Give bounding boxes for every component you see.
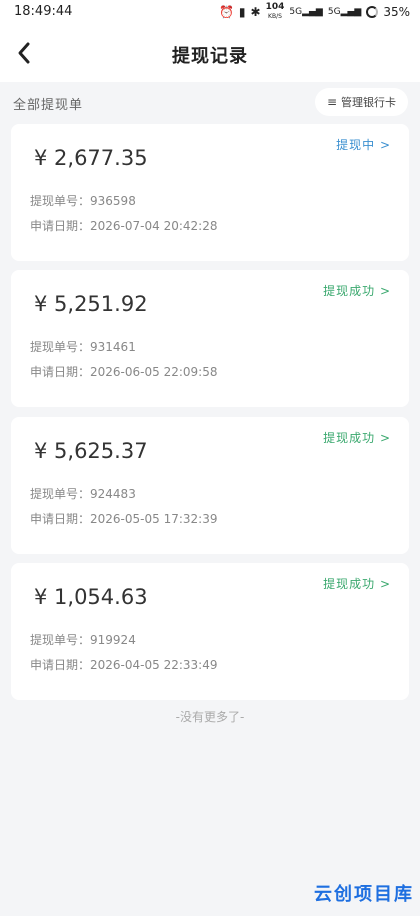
date-label: 申请日期： bbox=[30, 658, 91, 672]
order-number: 931461 bbox=[90, 340, 136, 354]
record-order-line: 提现单号：924483 bbox=[30, 485, 136, 502]
watermark: 云创项目库 bbox=[314, 884, 414, 905]
order-label: 提现单号： bbox=[30, 340, 91, 354]
battery-percent: 35% bbox=[383, 5, 410, 19]
signal-2-label: 5G bbox=[327, 7, 341, 17]
status-bar: 18:49:44 ⏰ ▮ ✱ 104 KB/S 5G▂▄▆ 5G▂▄▆ 35% bbox=[0, 0, 420, 26]
vibrate-icon: ▮ bbox=[238, 5, 246, 19]
record-order-line: 提现单号：931461 bbox=[30, 338, 136, 355]
date-label: 申请日期： bbox=[30, 219, 91, 233]
apply-date: 2026-05-05 17:32:39 bbox=[90, 512, 218, 526]
menu-icon: ≡ bbox=[326, 95, 337, 109]
order-label: 提现单号： bbox=[30, 633, 91, 647]
withdraw-record-card[interactable]: ¥ 5,625.37 提现成功 > 提现单号：924483 申请日期：2026-… bbox=[11, 417, 409, 554]
network-speed: 104 KB/S bbox=[266, 3, 285, 21]
withdraw-record-card[interactable]: ¥ 1,054.63 提现成功 > 提现单号：919924 申请日期：2026-… bbox=[11, 563, 409, 700]
filter-bar: 全部提现单 ≡ 管理银行卡 bbox=[0, 82, 420, 122]
record-status[interactable]: 提现成功 > bbox=[323, 575, 391, 592]
signal-1-label: 5G bbox=[289, 7, 303, 17]
manage-bank-card-label: 管理银行卡 bbox=[341, 96, 396, 109]
app-header: 提现记录 bbox=[0, 26, 420, 82]
record-status[interactable]: 提现成功 > bbox=[323, 429, 391, 446]
apply-date: 2026-06-05 22:09:58 bbox=[90, 365, 218, 379]
record-date-line: 申请日期：2026-05-05 17:32:39 bbox=[30, 510, 217, 527]
bluetooth-icon: ✱ bbox=[250, 5, 261, 19]
withdraw-record-card[interactable]: ¥ 5,251.92 提现成功 > 提现单号：931461 申请日期：2026-… bbox=[11, 270, 409, 407]
status-icons: ⏰ ▮ ✱ 104 KB/S 5G▂▄▆ 5G▂▄▆ 35% bbox=[219, 3, 410, 21]
network-speed-value: 104 bbox=[265, 2, 285, 12]
record-date-line: 申请日期：2026-06-05 22:09:58 bbox=[30, 363, 217, 380]
record-amount: ¥ 2,677.35 bbox=[34, 146, 148, 170]
record-amount: ¥ 5,625.37 bbox=[34, 439, 148, 463]
filter-label: 全部提现单 bbox=[13, 98, 84, 113]
record-amount: ¥ 1,054.63 bbox=[34, 585, 148, 609]
order-label: 提现单号： bbox=[30, 194, 91, 208]
order-number: 936598 bbox=[90, 194, 136, 208]
withdraw-record-card[interactable]: ¥ 2,677.35 提现中 > 提现单号：936598 申请日期：2026-0… bbox=[11, 124, 409, 261]
alarm-icon: ⏰ bbox=[218, 5, 234, 19]
signal-1-icon: 5G▂▄▆ bbox=[289, 7, 323, 17]
apply-date: 2026-07-04 20:42:28 bbox=[90, 219, 218, 233]
status-time: 18:49:44 bbox=[14, 4, 73, 19]
order-number: 924483 bbox=[90, 487, 136, 501]
record-date-line: 申请日期：2026-07-04 20:42:28 bbox=[30, 217, 217, 234]
record-date-line: 申请日期：2026-04-05 22:33:49 bbox=[30, 656, 217, 673]
order-number: 919924 bbox=[90, 633, 136, 647]
page-title: 提现记录 bbox=[172, 46, 248, 67]
record-order-line: 提现单号：936598 bbox=[30, 192, 136, 209]
apply-date: 2026-04-05 22:33:49 bbox=[90, 658, 218, 672]
signal-2-icon: 5G▂▄▆ bbox=[327, 7, 362, 17]
date-label: 申请日期： bbox=[30, 512, 91, 526]
record-amount: ¥ 5,251.92 bbox=[34, 292, 148, 316]
network-speed-unit: KB/S bbox=[268, 13, 282, 20]
manage-bank-card-button[interactable]: ≡ 管理银行卡 bbox=[314, 88, 408, 116]
date-label: 申请日期： bbox=[30, 365, 91, 379]
record-order-line: 提现单号：919924 bbox=[30, 631, 136, 648]
no-more-text: -没有更多了- bbox=[175, 710, 245, 724]
record-status[interactable]: 提现成功 > bbox=[323, 282, 391, 299]
record-status[interactable]: 提现中 > bbox=[336, 136, 391, 153]
order-label: 提现单号： bbox=[30, 487, 91, 501]
battery-icon bbox=[366, 6, 379, 18]
